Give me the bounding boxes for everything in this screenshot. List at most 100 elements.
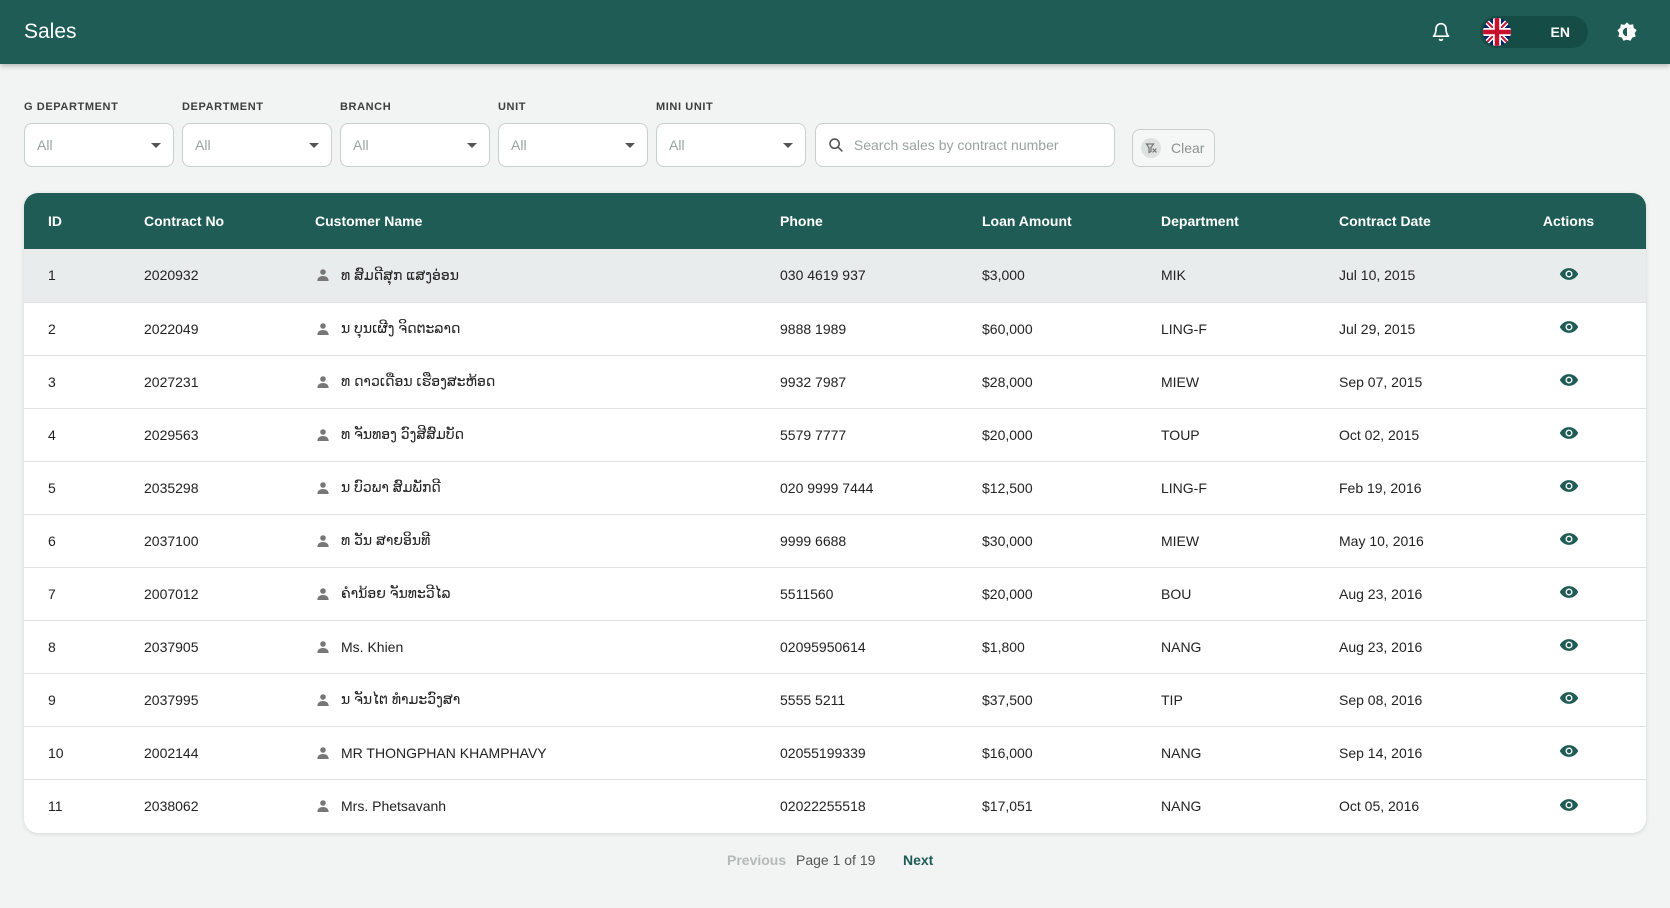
column-header-phone[interactable]: Phone bbox=[756, 193, 958, 249]
department-select[interactable]: All bbox=[182, 123, 332, 167]
person-icon bbox=[315, 533, 331, 549]
filter-label: UNIT bbox=[498, 101, 527, 113]
customer-name: ນ ບົວພາ ສົມພັກດີ bbox=[341, 479, 441, 495]
customer-name-wrap: ນ ບຸນເຜີງ ຈິດຕະລາດ bbox=[315, 320, 756, 337]
cell-phone: 02022255518 bbox=[780, 798, 866, 815]
table-row[interactable]: 11 2038062 Mrs. Phetsavanh 02022255518 $17,0… bbox=[24, 779, 1646, 833]
view-button[interactable] bbox=[1559, 688, 1579, 711]
person-icon bbox=[315, 427, 331, 443]
view-button[interactable] bbox=[1559, 741, 1579, 764]
table-row[interactable]: 8 2037905 Ms. Khien 02095950614 $1,800 NANG Au… bbox=[24, 620, 1646, 673]
column-header-customer-name[interactable]: Customer Name bbox=[291, 193, 756, 249]
view-button[interactable] bbox=[1559, 582, 1579, 605]
customer-name-wrap: ທ ສົມດີສຸກ ແສງອ່ອນ bbox=[315, 267, 756, 284]
cell-customer-name: Mrs. Phetsavanh bbox=[291, 779, 756, 833]
chevron-down-icon bbox=[151, 142, 161, 148]
table-row[interactable]: 9 2037995 ນ ຈັນໄຕ ທຳມະວົງສາ 5555 5211 $37,50… bbox=[24, 673, 1646, 726]
customer-name-wrap: ທ ວັນ ສາຍອິນທີ bbox=[315, 532, 756, 549]
cell-actions bbox=[1491, 620, 1646, 673]
bell-icon bbox=[1432, 22, 1450, 42]
cell-contract-no: 2037100 bbox=[144, 532, 199, 549]
column-header-loan-amount[interactable]: Loan Amount bbox=[958, 193, 1137, 249]
table-row[interactable]: 4 2029563 ທ ຈັນທອງ ວົງສີສົມບັດ 5579 7777 $20… bbox=[24, 408, 1646, 461]
page-info: Page 1 of 19 bbox=[796, 852, 876, 868]
view-button[interactable] bbox=[1559, 370, 1579, 393]
column-header-department[interactable]: Department bbox=[1137, 193, 1315, 249]
table-row[interactable]: 10 2002144 MR THONGPHAN KHAMPHAVY 020551993… bbox=[24, 726, 1646, 779]
filter-label: MINI UNIT bbox=[656, 101, 714, 113]
cell-id: 3 bbox=[48, 373, 56, 390]
table-row[interactable]: 3 2027231 ທ ດາວເດືອນ ເຮືອງສະຫ້ອດ 9932 7987 $… bbox=[24, 355, 1646, 408]
cell-id: 6 bbox=[48, 532, 56, 549]
notifications-button[interactable] bbox=[1424, 15, 1458, 49]
cell-loan-amount: $16,000 bbox=[982, 744, 1033, 761]
pagination: Previous Page 1 of 19 Next bbox=[0, 850, 1670, 870]
mini-unit-select[interactable]: All bbox=[656, 123, 806, 167]
cell-contract-no: 2037995 bbox=[144, 691, 199, 708]
select-value: All bbox=[511, 137, 527, 153]
column-header-id[interactable]: ID bbox=[24, 193, 120, 249]
eye-icon bbox=[1559, 529, 1579, 552]
view-button[interactable] bbox=[1559, 795, 1579, 818]
cell-contract-no: 2002144 bbox=[144, 744, 199, 761]
view-button[interactable] bbox=[1559, 635, 1579, 658]
branch-select[interactable]: All bbox=[340, 123, 490, 167]
cell-contract-date: Oct 05, 2016 bbox=[1339, 798, 1420, 815]
view-button[interactable] bbox=[1559, 476, 1579, 499]
cell-customer-name: ທ ສົມດີສຸກ ແສງອ່ອນ bbox=[291, 249, 756, 302]
sales-table: ID Contract No Customer Name Phone Loan … bbox=[24, 193, 1646, 833]
theme-toggle-button[interactable] bbox=[1610, 15, 1644, 49]
language-selector[interactable]: EN bbox=[1480, 16, 1588, 48]
next-page-button[interactable]: Next bbox=[903, 852, 933, 868]
cell-id: 1 bbox=[48, 267, 56, 284]
cell-id: 7 bbox=[48, 585, 56, 602]
view-button[interactable] bbox=[1559, 423, 1579, 446]
customer-name-wrap: ທ ຈັນທອງ ວົງສີສົມບັດ bbox=[315, 426, 756, 443]
eye-icon bbox=[1559, 317, 1579, 340]
customer-name-wrap: ທ ດາວເດືອນ ເຮືອງສະຫ້ອດ bbox=[315, 373, 756, 390]
cell-department: MIK bbox=[1161, 267, 1186, 284]
view-button[interactable] bbox=[1559, 529, 1579, 552]
table-row[interactable]: 1 2020932 ທ ສົມດີສຸກ ແສງອ່ອນ 030 4619 937 $3… bbox=[24, 249, 1646, 302]
previous-page-button[interactable]: Previous bbox=[727, 852, 786, 868]
unit-select[interactable]: All bbox=[498, 123, 648, 167]
table-row[interactable]: 5 2035298 ນ ບົວພາ ສົມພັກດີ 020 9999 7444 $12… bbox=[24, 461, 1646, 514]
clear-button[interactable]: Clear bbox=[1132, 129, 1215, 167]
cell-contract-no: 2037905 bbox=[144, 638, 199, 655]
table-row[interactable]: 6 2037100 ທ ວັນ ສາຍອິນທີ 9999 6688 $30,000 MI… bbox=[24, 514, 1646, 567]
cell-customer-name: ນ ບຸນເຜີງ ຈິດຕະລາດ bbox=[291, 302, 756, 355]
view-button[interactable] bbox=[1559, 317, 1579, 340]
cell-actions bbox=[1491, 514, 1646, 567]
chevron-down-icon bbox=[309, 142, 319, 148]
clear-label: Clear bbox=[1171, 140, 1205, 156]
view-button[interactable] bbox=[1559, 264, 1579, 287]
cell-department: NANG bbox=[1161, 744, 1202, 761]
cell-phone: 030 4619 937 bbox=[780, 267, 866, 284]
eye-icon bbox=[1559, 476, 1579, 499]
chevron-down-icon bbox=[625, 142, 635, 148]
cell-phone: 5579 7777 bbox=[780, 426, 847, 443]
cell-actions bbox=[1491, 673, 1646, 726]
person-icon bbox=[315, 798, 331, 814]
table-row[interactable]: 7 2007012 ຄຳນ້ອຍ ຈັນທະວີໄລ 5511560 $20,000 BO… bbox=[24, 567, 1646, 620]
column-header-contract-no[interactable]: Contract No bbox=[120, 193, 291, 249]
cell-department: NANG bbox=[1161, 798, 1202, 815]
select-value: All bbox=[195, 137, 211, 153]
customer-name: Ms. Khien bbox=[341, 638, 404, 655]
cell-id: 2 bbox=[48, 320, 56, 337]
cell-contract-no: 2027231 bbox=[144, 373, 199, 390]
person-icon bbox=[315, 586, 331, 602]
cell-id: 5 bbox=[48, 479, 56, 496]
theme-toggle-icon bbox=[1617, 22, 1637, 41]
cell-contract-date: Sep 08, 2016 bbox=[1339, 691, 1423, 708]
column-header-contract-date[interactable]: Contract Date bbox=[1315, 193, 1491, 249]
customer-name-wrap: ນ ຈັນໄຕ ທຳມະວົງສາ bbox=[315, 691, 756, 708]
cell-id: 10 bbox=[48, 744, 64, 761]
table-row[interactable]: 2 2022049 ນ ບຸນເຜີງ ຈິດຕະລາດ 9888 1989 $60,0… bbox=[24, 302, 1646, 355]
uk-flag-icon bbox=[1483, 18, 1511, 46]
filter-label: G DEPARTMENT bbox=[24, 101, 119, 113]
table-header-row: ID Contract No Customer Name Phone Loan … bbox=[24, 193, 1646, 249]
cell-customer-name: ຄຳນ້ອຍ ຈັນທະວີໄລ bbox=[291, 567, 756, 620]
search-input[interactable] bbox=[853, 137, 1102, 153]
g-department-select[interactable]: All bbox=[24, 123, 174, 167]
